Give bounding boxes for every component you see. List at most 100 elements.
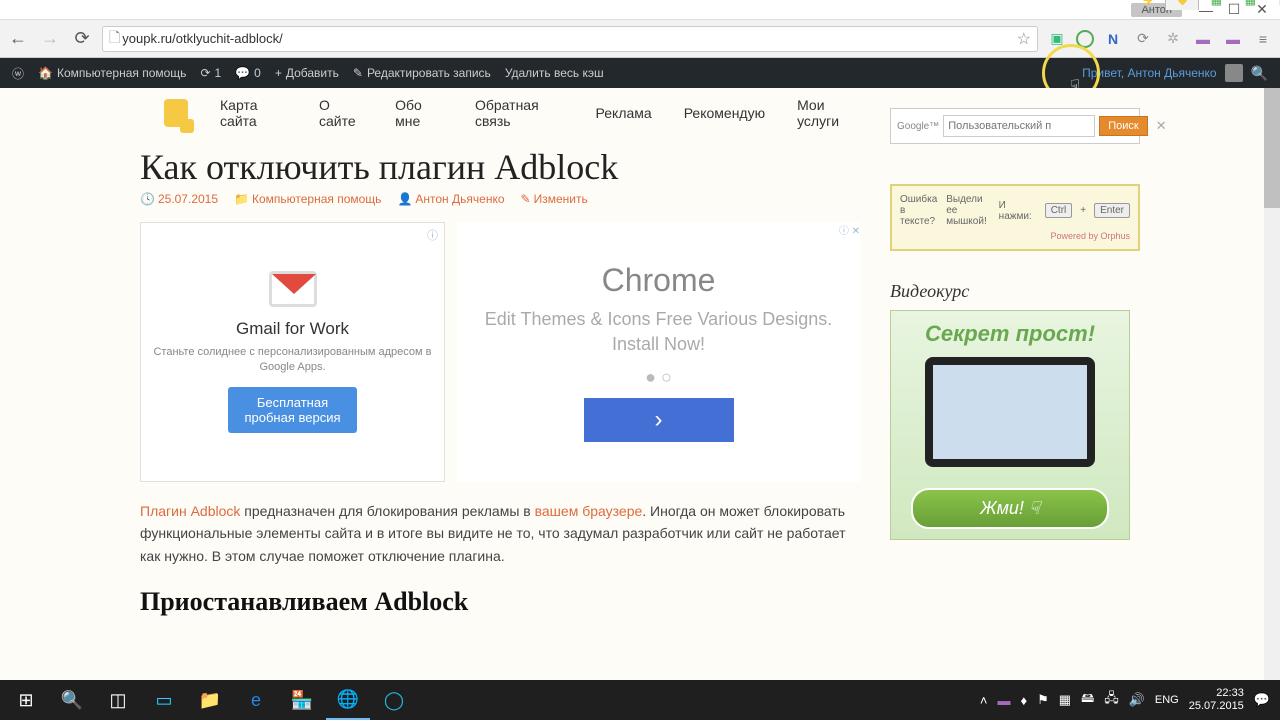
adchoices-icon[interactable]: ⓘ ✕ xyxy=(839,222,860,237)
wp-greeting[interactable]: Привет, Антон Дьяченко xyxy=(1082,66,1216,80)
window-titlebar: ⚡ ◆ ▦ ▦ ▥ ◧ ◧ ▦ ▦ ▦ ◧ ◧ ▦ G WP ⊕ ⊕ ⊕ ⊕ ⊕… xyxy=(0,0,1280,20)
tray-language[interactable]: ENG xyxy=(1155,694,1179,706)
wp-admin-bar: ⓦ 🏠 Компьютерная помощь ⟳ 1 💬 0 + Добави… xyxy=(0,58,1280,88)
orphus-credit[interactable]: Powered by Orphus xyxy=(900,231,1130,241)
search-button[interactable]: Поиск xyxy=(1099,116,1147,136)
post-meta: 🕓 25.07.2015 📁 Компьютерная помощь 👤 Ант… xyxy=(140,192,860,206)
nav-link[interactable]: О сайте xyxy=(319,97,363,129)
close-icon[interactable]: ✕ xyxy=(1152,118,1171,134)
tray-volume-icon[interactable]: 🔊 xyxy=(1129,692,1145,708)
nav-link[interactable]: Обо мне xyxy=(395,97,443,129)
tablet-graphic xyxy=(925,357,1095,467)
ad-gmail[interactable]: ⓘ Gmail for Work Станьте солиднее с перс… xyxy=(140,222,445,482)
sidebar: Google™ Поиск ✕ Ошибкав тексте? Выдели е… xyxy=(890,88,1140,627)
site-logo-icon[interactable] xyxy=(164,99,188,127)
address-bar[interactable]: 🗋 youpk.ru/otklyuchit-adblock/ ☆ xyxy=(102,26,1038,52)
tray-icon[interactable]: 🖧 xyxy=(1104,689,1119,711)
post-category-link[interactable]: 📁 Компьютерная помощь xyxy=(234,192,381,206)
nav-link[interactable]: Обратная связь xyxy=(475,97,564,129)
browser-tab[interactable]: ▦ xyxy=(1233,0,1267,10)
forward-button[interactable]: → xyxy=(38,27,62,51)
ad-heading: Chrome xyxy=(602,262,716,299)
search-button[interactable]: 🔍 xyxy=(50,680,94,720)
taskbar-app[interactable]: ◯ xyxy=(372,680,416,720)
tray-icon[interactable]: ▦ xyxy=(1059,692,1071,708)
wp-edit-post-link[interactable]: ✎ Редактировать запись xyxy=(353,66,491,80)
search-input[interactable] xyxy=(943,115,1095,137)
wp-logo-icon[interactable]: ⓦ xyxy=(12,65,24,82)
reload-button[interactable]: ⟳ xyxy=(70,27,94,51)
url-text: youpk.ru/otklyuchit-adblock/ xyxy=(122,31,282,46)
post-link[interactable]: Плагин Adblock xyxy=(140,503,240,519)
sidebar-heading: Видеокурс xyxy=(890,281,1140,302)
search-icon[interactable]: 🔍 xyxy=(1251,65,1268,82)
video-course-banner[interactable]: Секрет прост! Жми! ☟ xyxy=(890,310,1130,540)
ad-subtext: Edit Themes & Icons Free Various Designs… xyxy=(467,307,850,357)
ad-heading: Gmail for Work xyxy=(236,319,349,339)
carousel-dots[interactable]: ● ○ xyxy=(645,367,672,388)
orphus-widget[interactable]: Ошибкав тексте? Выдели еемышкой! И нажми… xyxy=(890,184,1140,251)
browser-tab[interactable]: ▥ xyxy=(1267,0,1280,10)
ad-cta-button[interactable]: Бесплатная пробная версия xyxy=(228,387,356,433)
avatar[interactable] xyxy=(1225,64,1243,82)
extension-icon[interactable]: ▣ xyxy=(1046,28,1068,50)
ad-cta-button[interactable]: › xyxy=(584,398,734,442)
post-subheading: Приостанавливаем Adblock xyxy=(140,587,860,617)
bookmark-star-icon[interactable]: ☆ xyxy=(1017,29,1031,49)
search-widget: Google™ Поиск ✕ xyxy=(890,108,1140,144)
taskbar-app[interactable]: ▭ xyxy=(142,680,186,720)
back-button[interactable]: ← xyxy=(6,27,30,51)
taskbar-app-chrome[interactable]: 🌐 xyxy=(326,680,370,720)
wp-site-link[interactable]: 🏠 Компьютерная помощь xyxy=(38,66,186,80)
browser-tab[interactable]: ◆ xyxy=(1165,0,1199,10)
ad-subtext: Станьте солиднее с персонализированным а… xyxy=(151,345,434,376)
tray-clock[interactable]: 22:33 25.07.2015 xyxy=(1189,687,1244,713)
start-button[interactable]: ⊞ xyxy=(4,680,48,720)
ad-chrome[interactable]: ⓘ ✕ Chrome Edit Themes & Icons Free Vari… xyxy=(457,222,860,482)
browser-tab[interactable]: ▦ xyxy=(1199,0,1233,10)
extension-icon[interactable]: N xyxy=(1102,28,1124,50)
wp-add-new-link[interactable]: + Добавить xyxy=(275,66,339,80)
extension-icon[interactable]: ▬ xyxy=(1192,28,1214,50)
banner-heading: Секрет прост! xyxy=(891,311,1129,357)
tray-icon[interactable]: ♦ xyxy=(1020,693,1027,708)
nav-link[interactable]: Карта сайта xyxy=(220,97,287,129)
main-column: Карта сайта О сайте Обо мне Обратная свя… xyxy=(140,88,860,627)
wp-comments-link[interactable]: 💬 0 xyxy=(235,66,261,80)
key-icon: Enter xyxy=(1094,203,1130,218)
system-tray: ˄ ▬ ♦ ⚑ ▦ 🖴 🖧 🔊 ENG 22:33 25.07.2015 💬 xyxy=(980,687,1276,713)
adchoices-icon[interactable]: ⓘ xyxy=(427,227,438,243)
taskbar-app[interactable]: 🏪 xyxy=(280,680,324,720)
extension-icon[interactable]: ⟳ xyxy=(1132,28,1154,50)
page-content: Карта сайта О сайте Обо мне Обратная свя… xyxy=(0,88,1280,680)
taskbar-app[interactable]: e xyxy=(234,680,278,720)
taskview-button[interactable]: ◫ xyxy=(96,680,140,720)
tray-notifications-icon[interactable]: 💬 xyxy=(1254,692,1270,708)
extension-icon[interactable]: ▬ xyxy=(1222,28,1244,50)
post-paragraph: Плагин Adblock предназначен для блокиров… xyxy=(140,500,860,567)
post-author-link[interactable]: 👤 Антон Дьяченко xyxy=(397,192,504,206)
scrollbar[interactable] xyxy=(1264,88,1280,680)
tray-icon[interactable]: ˄ xyxy=(980,693,988,708)
wp-delete-cache-link[interactable]: Удалить весь кэш xyxy=(505,66,604,80)
tray-icon[interactable]: ⚑ xyxy=(1037,692,1049,708)
tray-icon[interactable]: 🖴 xyxy=(1081,689,1094,711)
nav-link[interactable]: Реклама xyxy=(596,105,652,121)
extension-icon[interactable]: ✲ xyxy=(1162,28,1184,50)
key-icon: Ctrl xyxy=(1045,203,1073,218)
wp-updates-link[interactable]: ⟳ 1 xyxy=(200,66,221,80)
ad-row: ⓘ Gmail for Work Станьте солиднее с перс… xyxy=(140,222,860,482)
tray-icon[interactable]: ▬ xyxy=(997,693,1010,708)
nav-link[interactable]: Мои услуги xyxy=(797,97,860,129)
post-link[interactable]: вашем браузере xyxy=(535,503,643,519)
post-edit-link[interactable]: ✎ Изменить xyxy=(521,192,588,206)
chrome-menu-icon[interactable]: ≡ xyxy=(1252,28,1274,50)
browser-toolbar: ← → ⟳ 🗋 youpk.ru/otklyuchit-adblock/ ☆ ▣… xyxy=(0,20,1280,58)
browser-tab[interactable]: ⚡ xyxy=(1131,0,1165,10)
nav-link[interactable]: Рекомендую xyxy=(684,105,765,121)
scrollbar-thumb[interactable] xyxy=(1264,88,1280,208)
extension-icon[interactable] xyxy=(1076,30,1094,48)
taskbar-app[interactable]: 📁 xyxy=(188,680,232,720)
page-icon: 🗋 xyxy=(109,27,120,51)
banner-cta-button[interactable]: Жми! ☟ xyxy=(911,488,1109,529)
